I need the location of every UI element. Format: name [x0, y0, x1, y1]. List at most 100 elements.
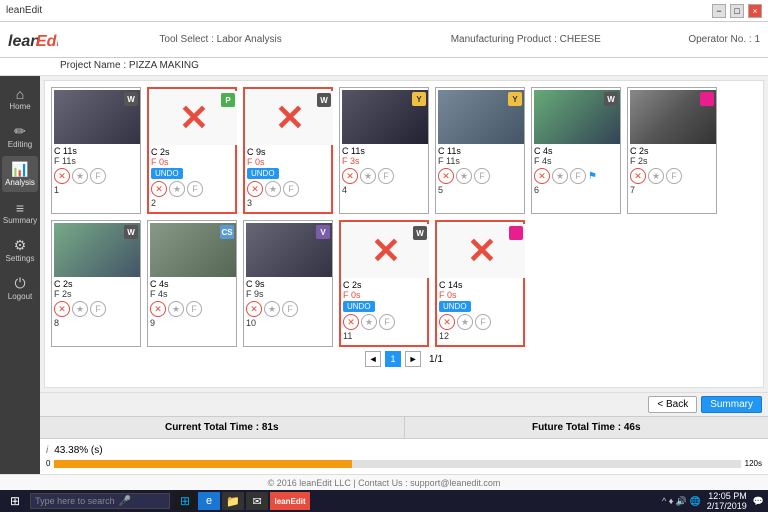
card-10[interactable]: VC 9sF 9s✕★F10: [243, 220, 333, 347]
card-8[interactable]: WC 2sF 2s✕★F8: [51, 220, 141, 347]
card-number-12: 12: [439, 331, 521, 341]
card-f-time-6: F 4s: [534, 156, 618, 166]
card-star-btn-6[interactable]: ★: [552, 168, 568, 184]
card-actions-11: ✕★F: [343, 314, 425, 330]
undo-button-2[interactable]: UNDO: [151, 168, 183, 179]
card-number-10: 10: [246, 318, 330, 328]
card-thumbnail-11: ✕W: [343, 224, 429, 278]
card-f-time-5: F 11s: [438, 156, 522, 166]
minimize-button[interactable]: −: [712, 4, 726, 18]
card-delete-btn-1[interactable]: ✕: [54, 168, 70, 184]
delete-x-mark: ✕: [275, 100, 305, 136]
undo-button-3[interactable]: UNDO: [247, 168, 279, 179]
card-delete-btn-8[interactable]: ✕: [54, 301, 70, 317]
cards-container: WC 11sF 11s✕★F1✕PC 2sF 0sUNDO✕★F2✕WC 9sF…: [44, 80, 764, 388]
card-flag-btn-9[interactable]: F: [186, 301, 202, 317]
card-star-btn-3[interactable]: ★: [265, 181, 281, 197]
card-star-btn-8[interactable]: ★: [72, 301, 88, 317]
delete-x-mark: ✕: [371, 233, 401, 269]
card-actions-2: ✕★F: [151, 181, 233, 197]
settings-icon: ⚙: [14, 237, 27, 254]
summary-button[interactable]: Summary: [701, 396, 762, 413]
card-star-btn-12[interactable]: ★: [457, 314, 473, 330]
card-delete-btn-2[interactable]: ✕: [151, 181, 167, 197]
card-actions-10: ✕★F: [246, 301, 330, 317]
card-star-btn-2[interactable]: ★: [169, 181, 185, 197]
sidebar-item-summary[interactable]: ≡ Summary: [2, 194, 38, 230]
close-button[interactable]: ×: [748, 4, 762, 18]
future-total-stat: Future Total Time : 46s: [405, 417, 768, 438]
progress-bar-container: [54, 460, 740, 468]
card-delete-btn-4[interactable]: ✕: [342, 168, 358, 184]
undo-button-11[interactable]: UNDO: [343, 301, 375, 312]
card-flag-btn-7[interactable]: F: [666, 168, 682, 184]
card-delete-btn-3[interactable]: ✕: [247, 181, 263, 197]
pagination-prev[interactable]: ◄: [365, 351, 381, 367]
card-delete-btn-6[interactable]: ✕: [534, 168, 550, 184]
notification-icon: 💬: [753, 496, 764, 507]
undo-button-12[interactable]: UNDO: [439, 301, 471, 312]
card-delete-btn-12[interactable]: ✕: [439, 314, 455, 330]
card-star-btn-10[interactable]: ★: [264, 301, 280, 317]
card-flag-btn-6[interactable]: F: [570, 168, 586, 184]
card-4[interactable]: YC 11sF 3s✕★F4: [339, 87, 429, 214]
progress-area: i 43.38% (s) 0 120s: [40, 438, 768, 474]
card-flag-btn-1[interactable]: F: [90, 168, 106, 184]
card-actions-7: ✕★F: [630, 168, 714, 184]
card-badge-5: Y: [508, 92, 522, 106]
current-total-stat: Current Total Time : 81s: [40, 417, 405, 438]
pagination-next[interactable]: ►: [405, 351, 421, 367]
delete-x-mark: ✕: [467, 233, 497, 269]
taskbar-app-1[interactable]: ⊞: [174, 492, 196, 510]
card-flag-btn-4[interactable]: F: [378, 168, 394, 184]
card-badge-1: W: [124, 92, 138, 106]
card-3[interactable]: ✕WC 9sF 0sUNDO✕★F3: [243, 87, 333, 214]
card-star-btn-11[interactable]: ★: [361, 314, 377, 330]
taskbar-search[interactable]: Type here to search 🎤: [30, 493, 170, 509]
sidebar-item-editing[interactable]: ✏ Editing: [2, 118, 38, 154]
card-12[interactable]: ✕C 14sF 0sUNDO✕★F12: [435, 220, 525, 347]
card-star-btn-1[interactable]: ★: [72, 168, 88, 184]
logo: lean Edit: [8, 26, 58, 54]
card-flag-btn-11[interactable]: F: [379, 314, 395, 330]
card-flag-btn-5[interactable]: F: [474, 168, 490, 184]
card-11[interactable]: ✕WC 2sF 0sUNDO✕★F11: [339, 220, 429, 347]
card-9[interactable]: CSC 4sF 4s✕★F9: [147, 220, 237, 347]
sidebar-item-analysis[interactable]: 📊 Analysis: [2, 156, 38, 192]
taskbar-app-2[interactable]: e: [198, 492, 220, 510]
sidebar-item-settings[interactable]: ⚙ Settings: [2, 232, 38, 268]
card-flag-btn-12[interactable]: F: [475, 314, 491, 330]
card-7[interactable]: C 2sF 2s✕★F7: [627, 87, 717, 214]
card-star-btn-5[interactable]: ★: [456, 168, 472, 184]
sidebar-item-home[interactable]: ⌂ Home: [2, 80, 38, 116]
card-star-btn-7[interactable]: ★: [648, 168, 664, 184]
card-actions-3: ✕★F: [247, 181, 329, 197]
card-delete-btn-5[interactable]: ✕: [438, 168, 454, 184]
card-actions-8: ✕★F: [54, 301, 138, 317]
card-delete-btn-11[interactable]: ✕: [343, 314, 359, 330]
card-delete-btn-7[interactable]: ✕: [630, 168, 646, 184]
card-flag-btn-10[interactable]: F: [282, 301, 298, 317]
taskbar-app-3[interactable]: 📁: [222, 492, 244, 510]
pagination-page-1[interactable]: 1: [385, 351, 401, 367]
card-6[interactable]: WC 4sF 4s✕★F⚑6: [531, 87, 621, 214]
app-title: leanEdit: [6, 5, 42, 16]
card-5[interactable]: YC 11sF 11s✕★F5: [435, 87, 525, 214]
taskbar-app-4[interactable]: ✉: [246, 492, 268, 510]
start-button[interactable]: ⊞: [4, 494, 26, 508]
card-delete-btn-9[interactable]: ✕: [150, 301, 166, 317]
card-flag-btn-8[interactable]: F: [90, 301, 106, 317]
back-button[interactable]: < Back: [648, 396, 697, 413]
taskbar-app-5[interactable]: leanEdit: [270, 492, 310, 510]
card-delete-btn-10[interactable]: ✕: [246, 301, 262, 317]
card-badge-8: W: [124, 225, 138, 239]
maximize-button[interactable]: □: [730, 4, 744, 18]
sidebar-item-logout[interactable]: ⏻ Logout: [2, 270, 38, 306]
card-2[interactable]: ✕PC 2sF 0sUNDO✕★F2: [147, 87, 237, 214]
card-star-btn-4[interactable]: ★: [360, 168, 376, 184]
taskbar-apps: ⊞ e 📁 ✉ leanEdit: [174, 492, 658, 510]
card-star-btn-9[interactable]: ★: [168, 301, 184, 317]
card-1[interactable]: WC 11sF 11s✕★F1: [51, 87, 141, 214]
card-flag-btn-2[interactable]: F: [187, 181, 203, 197]
card-flag-btn-3[interactable]: F: [283, 181, 299, 197]
